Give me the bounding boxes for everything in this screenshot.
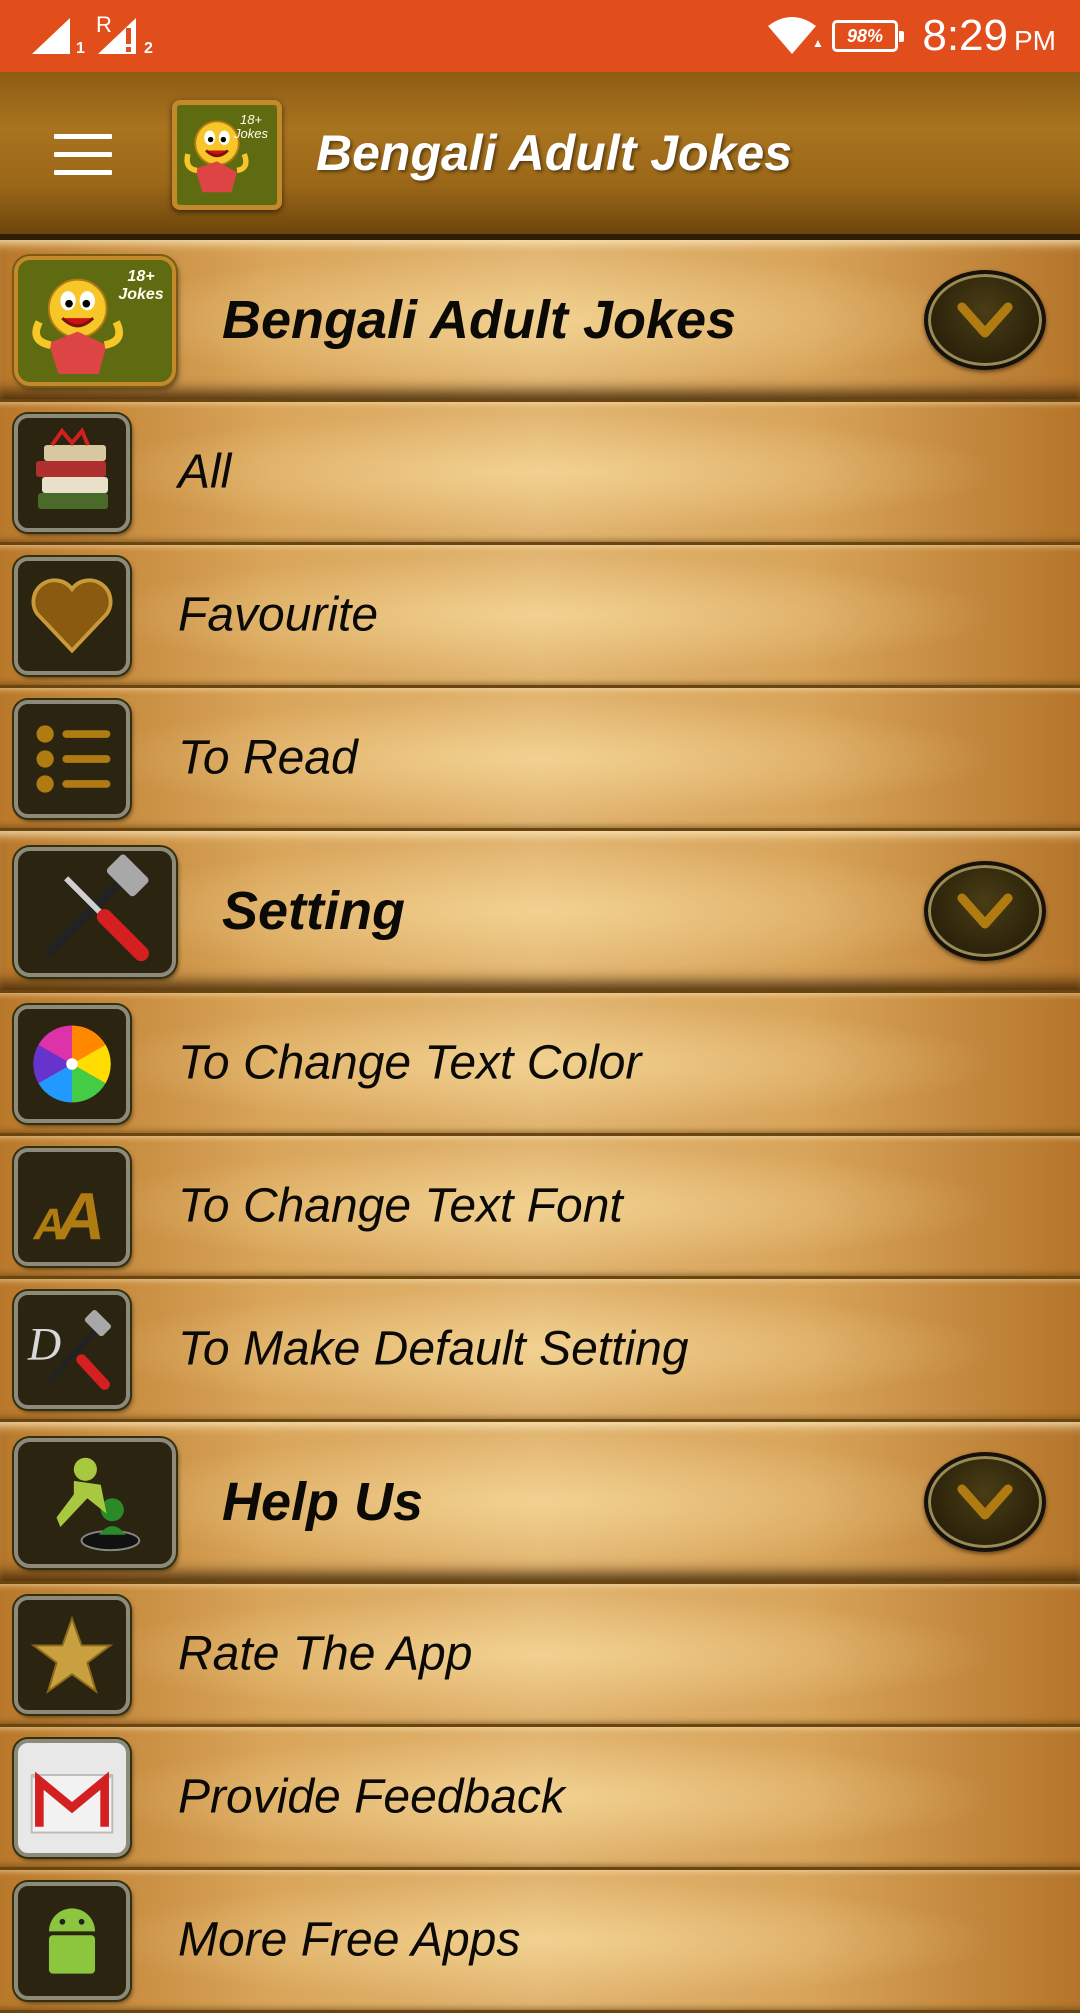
list-icon (14, 700, 130, 818)
section-header-label: Help Us (222, 1471, 424, 1532)
android-icon (14, 1882, 130, 2000)
menu-item-favourite[interactable]: Favourite (0, 545, 1080, 688)
menu-item-label: Favourite (178, 588, 379, 642)
svg-text:A: A (55, 1180, 106, 1255)
menu-item-label: To Change Text Color (178, 1036, 642, 1090)
wifi-icon (768, 17, 816, 54)
font-icon: A A (14, 1148, 130, 1266)
heart-icon (14, 557, 130, 675)
sim1-label: 1 (76, 40, 85, 57)
books-icon (14, 414, 130, 532)
menu-item-rate-app[interactable]: Rate The App (0, 1584, 1080, 1727)
menu-item-label: More Free Apps (178, 1913, 521, 1967)
section-header-help-us[interactable]: Help Us (0, 1422, 1080, 1584)
menu-item-default-setting[interactable]: D To Make Default Setting (0, 1279, 1080, 1422)
wifi-activity-icon: ▲ (812, 36, 824, 50)
menu-item-label: To Read (178, 731, 358, 785)
menu-item-label: Provide Feedback (178, 1770, 565, 1824)
drawer-menu-list: 18+ Jokes Bengali Adult Jokes All Favour… (0, 240, 1080, 2013)
battery-level: 98% (846, 25, 884, 46)
app-logo: 18+ Jokes (172, 100, 282, 210)
menu-item-more-free-apps[interactable]: More Free Apps (0, 1870, 1080, 2013)
clock: 8:29 PM (922, 8, 1056, 69)
section-header-setting[interactable]: Setting (0, 831, 1080, 993)
status-bar: 1 R 2 ▲ 98% 8:29 PM (0, 0, 1080, 72)
menu-item-change-text-font[interactable]: A A To Change Text Font (0, 1136, 1080, 1279)
chevron-down-icon[interactable] (924, 270, 1046, 370)
chevron-down-icon[interactable] (924, 861, 1046, 961)
menu-icon[interactable] (54, 134, 112, 176)
jokes-logo-icon: 18+ Jokes (14, 256, 176, 386)
section-header-label: Bengali Adult Jokes (222, 289, 737, 350)
app-title: Bengali Adult Jokes (316, 125, 793, 181)
app-logo-text: 18+ Jokes (234, 112, 268, 141)
default-tools-icon: D (14, 1291, 130, 1409)
jokes-logo-text: 18+ Jokes (118, 268, 164, 303)
mail-icon (14, 1739, 130, 1857)
menu-item-label: To Change Text Font (178, 1179, 623, 1233)
chevron-down-icon[interactable] (924, 1452, 1046, 1552)
sim2-label: 2 (144, 40, 153, 57)
color-wheel-icon (14, 1005, 130, 1123)
svg-text:D: D (27, 1319, 61, 1370)
menu-item-all[interactable]: All (0, 402, 1080, 545)
signal-sim1-icon (32, 18, 70, 54)
menu-item-label: To Make Default Setting (178, 1322, 689, 1376)
section-header-jokes[interactable]: 18+ Jokes Bengali Adult Jokes (0, 240, 1080, 402)
clock-ampm: PM (1014, 25, 1056, 56)
tools-icon (14, 847, 176, 977)
menu-item-label: All (178, 445, 232, 499)
star-icon (14, 1596, 130, 1714)
clock-time: 8:29 (922, 11, 1008, 60)
signal-sim2-icon (98, 18, 136, 54)
menu-item-change-text-color[interactable]: To Change Text Color (0, 993, 1080, 1136)
section-header-label: Setting (222, 880, 405, 941)
app-bar: 18+ Jokes Bengali Adult Jokes (0, 72, 1080, 240)
menu-item-provide-feedback[interactable]: Provide Feedback (0, 1727, 1080, 1870)
menu-item-label: Rate The App (178, 1627, 473, 1681)
menu-item-to-read[interactable]: To Read (0, 688, 1080, 831)
help-figures-icon (14, 1438, 176, 1568)
battery-icon: 98% (832, 20, 904, 52)
